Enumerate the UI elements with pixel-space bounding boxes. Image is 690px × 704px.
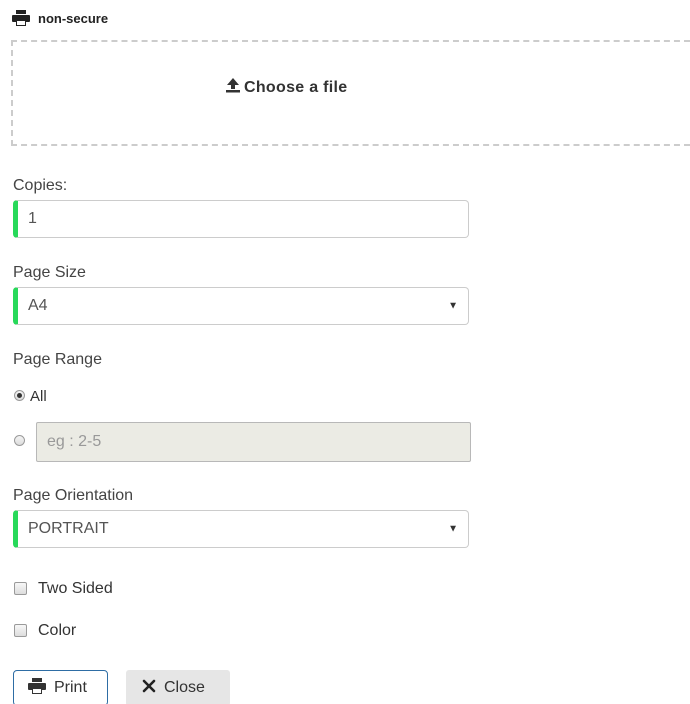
orientation-label: Page Orientation (13, 487, 134, 504)
color-label: Color (38, 622, 77, 639)
choose-file-label: Choose a file (244, 78, 348, 96)
page-range-placeholder: eg : 2-5 (47, 433, 102, 450)
printer-header: non-secure (12, 10, 108, 26)
printer-icon (28, 677, 46, 699)
print-button[interactable]: Print (13, 670, 108, 704)
two-sided-checkbox[interactable] (14, 582, 27, 595)
page-size-select[interactable]: A4 ▼ (13, 287, 469, 325)
dropdown-caret-icon: ▼ (448, 523, 458, 535)
copies-label: Copies: (13, 177, 68, 194)
color-checkbox[interactable] (14, 624, 27, 637)
printer-icon (12, 10, 30, 26)
choose-file-button[interactable]: Choose a file (226, 77, 347, 98)
printer-name: non-secure (38, 10, 109, 26)
close-icon (142, 679, 156, 698)
page-range-all-label: All (30, 388, 47, 405)
upload-icon (226, 77, 240, 98)
page-range-custom-radio[interactable] (14, 435, 25, 446)
close-button-label: Close (164, 679, 205, 696)
page-range-all-radio[interactable] (14, 390, 25, 401)
copies-input[interactable]: 1 (13, 200, 469, 238)
print-dialog: non-secure Choose a file Copies: 1 Page … (0, 0, 690, 704)
print-button-label: Print (54, 679, 87, 696)
close-button[interactable]: Close (126, 670, 230, 704)
two-sided-label: Two Sided (38, 580, 113, 597)
dropdown-caret-icon: ▼ (448, 300, 458, 312)
page-range-label: Page Range (13, 351, 102, 368)
file-dropzone[interactable]: Choose a file (11, 40, 690, 146)
page-size-label: Page Size (13, 264, 86, 281)
orientation-select[interactable]: PORTRAIT ▼ (13, 510, 469, 548)
page-size-value: A4 (28, 297, 48, 314)
orientation-value: PORTRAIT (28, 520, 109, 537)
page-range-input[interactable]: eg : 2-5 (36, 422, 471, 462)
copies-value: 1 (28, 210, 37, 227)
